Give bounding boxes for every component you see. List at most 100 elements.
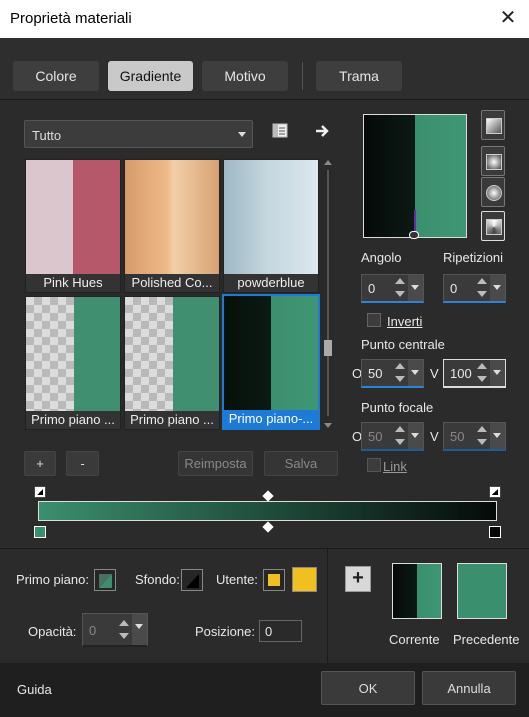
previous-label: Precedente [453,632,520,647]
angle-label: Angolo [361,250,402,265]
user-label: Utente: [216,572,258,587]
library-folder-icon[interactable] [272,123,290,139]
opacity-stepper[interactable]: 0 [82,613,148,647]
tab-colore[interactable]: Colore [13,61,99,91]
link-checkbox[interactable] [367,458,381,472]
foreground-swatch[interactable] [94,569,116,591]
arrow-right-icon[interactable] [313,122,331,140]
spin-down-icon[interactable] [477,291,487,297]
position-input[interactable]: 0 [259,620,302,642]
library-scrollbar[interactable] [322,158,334,430]
title-bar: Proprietà materiali ✕ [0,0,529,38]
spin-down-icon[interactable] [395,439,405,445]
close-icon[interactable]: ✕ [496,6,520,30]
stop-bg-top-marker[interactable] [489,486,501,498]
spin-down-icon[interactable] [119,633,129,639]
user-color-button[interactable] [292,567,317,592]
gradient-thumb-powderblue[interactable]: powderblue [223,159,319,293]
position-value: 0 [265,624,273,639]
scroll-up-icon[interactable] [324,160,332,165]
gradient-thumb-fg-2[interactable]: Primo piano ... [124,296,220,430]
add-gradient-button[interactable]: + [24,451,56,476]
spin-up-icon[interactable] [477,426,487,432]
opacity-midpoint-marker[interactable] [262,490,274,502]
add-to-swatches-button[interactable]: + [345,566,371,592]
tab-trama[interactable]: Trama [316,61,402,91]
save-gradient-button[interactable]: Salva [264,451,338,476]
focal-v-value: 50 [450,429,465,444]
background-label: Sfondo: [135,572,180,587]
focal-h-value: 50 [368,429,383,444]
category-value: Tutto [32,128,62,143]
focal-point-label: Punto focale [361,400,434,415]
remove-gradient-button[interactable]: - [66,451,99,476]
angle-value: 0 [368,281,376,296]
sunburst-icon [486,185,502,201]
current-material-swatch [392,563,442,619]
user-swatch[interactable] [263,569,285,591]
linear-style-button[interactable] [481,110,505,140]
angle-stepper[interactable]: 0 [361,274,424,303]
foreground-swatch-icon [99,574,112,588]
scroll-down-icon[interactable] [324,423,332,428]
invert-label: Inverti [387,314,423,329]
stop-fg-top-marker[interactable] [34,486,46,498]
position-label: Posizione: [195,624,255,639]
tab-motivo[interactable]: Motivo [202,61,288,91]
scroll-thumb[interactable] [324,340,332,356]
dropdown-icon[interactable] [490,275,505,301]
gradient-thumb-pink-hues[interactable]: Pink Hues [25,159,121,293]
center-h-value: 50 [368,366,383,381]
dropdown-icon[interactable] [490,360,505,386]
center-h-stepper[interactable]: 50 [361,359,424,388]
dropdown-icon[interactable] [132,614,147,645]
color-midpoint-marker[interactable] [262,521,274,533]
reset-button[interactable]: Reimposta [178,451,253,476]
rectangular-style-button[interactable] [481,146,505,176]
gradient-thumb-polished-copper[interactable]: Polished Co... [124,159,220,293]
dropdown-icon[interactable] [490,423,505,449]
gradient-thumb-fg-selected[interactable]: Primo piano-... [222,294,320,430]
spin-up-icon[interactable] [477,278,487,284]
stop-bg-bottom-marker[interactable] [489,526,501,538]
spin-up-icon[interactable] [395,278,405,284]
stop-fg-bottom-marker[interactable] [34,526,46,538]
focal-v-stepper[interactable]: 50 [443,422,506,451]
radial-style-button[interactable] [481,211,505,241]
center-v-value: 100 [450,366,472,381]
background-swatch-icon [186,574,199,588]
spin-up-icon[interactable] [477,363,487,369]
spin-down-icon[interactable] [395,376,405,382]
invert-checkbox[interactable] [367,313,381,327]
spin-down-icon[interactable] [477,439,487,445]
dropdown-icon[interactable] [408,423,423,449]
category-dropdown[interactable]: Tutto [24,120,253,148]
center-v-label: V [430,366,439,381]
center-v-stepper[interactable]: 100 [443,359,506,388]
spin-down-icon[interactable] [395,291,405,297]
focal-h-stepper[interactable]: 50 [361,422,424,451]
tab-gradiente[interactable]: Gradiente [108,61,193,91]
gradient-thumb-fg-1[interactable]: Primo piano ... [25,296,121,430]
ok-button[interactable]: OK [321,671,415,705]
spin-up-icon[interactable] [395,363,405,369]
spin-up-icon[interactable] [395,426,405,432]
spin-up-icon[interactable] [119,620,129,626]
rectangular-icon [486,154,502,170]
dropdown-icon[interactable] [408,275,423,301]
opacity-value: 0 [89,623,97,638]
spin-down-icon[interactable] [477,376,487,382]
thumb-caption: Pink Hues [26,274,120,292]
cancel-button[interactable]: Annulla [422,671,516,705]
gradient-editor-bar[interactable] [38,501,497,521]
help-link[interactable]: Guida [17,682,52,697]
background-swatch[interactable] [181,569,203,591]
chevron-down-icon [238,132,246,137]
dropdown-icon[interactable] [408,360,423,386]
previous-material-swatch[interactable] [457,563,507,619]
gradient-preview[interactable] [363,114,467,239]
section-divider-vertical [327,549,328,663]
sunburst-style-button[interactable] [481,177,505,207]
repeats-stepper[interactable]: 0 [443,274,506,303]
center-handle-icon[interactable] [409,231,419,239]
